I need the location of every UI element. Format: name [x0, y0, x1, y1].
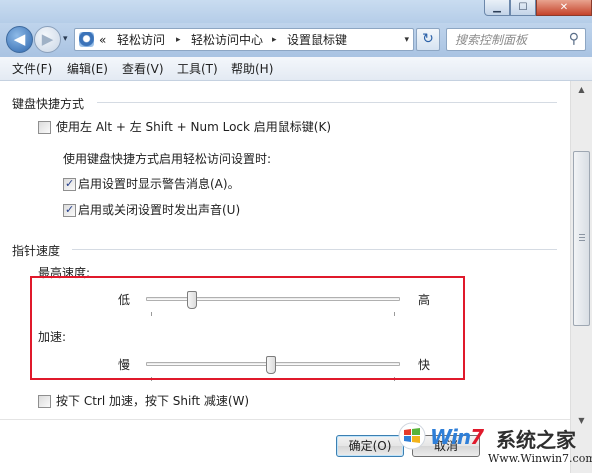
menu-help[interactable]: 帮助(H) — [231, 62, 273, 76]
show-warning-label[interactable]: 启用设置时显示警告消息(A)。 — [78, 177, 240, 191]
watermark-brand: Win7 — [430, 425, 484, 449]
slider-tick — [394, 377, 395, 381]
breadcrumb-separator-icon[interactable]: ▸ — [272, 32, 277, 48]
ctrl-shift-speed-checkbox[interactable] — [38, 395, 51, 408]
settings-content: 键盘快捷方式 使用左 Alt + 左 Shift + Num Lock 启用鼠标… — [0, 81, 570, 473]
section-divider — [97, 102, 557, 103]
breadcrumb-separator-icon[interactable]: ▸ — [176, 32, 181, 48]
top-speed-slider-thumb[interactable] — [187, 291, 197, 309]
acceleration-fast-label: 快 — [418, 358, 431, 372]
forward-arrow-icon: ▶ — [41, 30, 54, 48]
windows-logo-icon — [398, 422, 426, 450]
minimize-button[interactable]: ▁ — [484, 0, 510, 16]
top-speed-low-label: 低 — [118, 293, 131, 307]
enable-mouse-keys-label[interactable]: 使用左 Alt + 左 Shift + Num Lock 启用鼠标键(K) — [56, 120, 331, 134]
maximize-icon: ☐ — [518, 2, 528, 13]
section-divider — [72, 249, 557, 250]
acceleration-label: 加速: — [38, 330, 67, 344]
watermark-url: Www.Winwin7.com — [488, 452, 592, 465]
navigation-bar: ◀ ▶ ▾ « 轻松访问 ▸ 轻松访问中心 ▸ 设置鼠标键 ▾ ↻ ⚲ — [0, 23, 592, 57]
menu-tools[interactable]: 工具(T) — [177, 62, 218, 76]
breadcrumb-overflow[interactable]: « — [99, 32, 106, 48]
slider-tick — [151, 377, 152, 381]
ctrl-shift-speed-label[interactable]: 按下 Ctrl 加速，按下 Shift 减速(W) — [56, 394, 249, 408]
play-sound-label[interactable]: 启用或关闭设置时发出声音(U) — [78, 203, 240, 217]
search-input[interactable] — [447, 29, 563, 50]
pointer-speed-heading: 指针速度 — [12, 244, 61, 258]
shortcut-subheading: 使用键盘快捷方式启用轻松访问设置时: — [63, 152, 272, 166]
top-speed-high-label: 高 — [418, 293, 431, 307]
top-speed-label: 最高速度: — [38, 266, 91, 280]
breadcrumb-mouse-keys[interactable]: 设置鼠标键 — [287, 32, 347, 48]
back-arrow-icon: ◀ — [13, 30, 26, 48]
breadcrumb-ease-of-access-center[interactable]: 轻松访问中心 — [191, 32, 263, 48]
close-icon: ✕ — [559, 2, 569, 13]
menu-edit[interactable]: 编辑(E) — [67, 62, 108, 76]
slider-tick — [151, 312, 152, 316]
control-panel-icon — [79, 32, 94, 47]
address-bar[interactable]: « 轻松访问 ▸ 轻松访问中心 ▸ 设置鼠标键 ▾ — [74, 28, 414, 51]
address-dropdown-icon[interactable]: ▾ — [404, 32, 409, 48]
forward-button[interactable]: ▶ — [34, 26, 61, 53]
close-button[interactable]: ✕ — [536, 0, 592, 16]
show-warning-checkbox[interactable] — [63, 177, 76, 191]
top-speed-slider-track[interactable] — [146, 297, 400, 301]
watermark: Win7 系统之家 Www.Winwin7.com — [392, 419, 592, 473]
enable-mouse-keys-checkbox[interactable] — [38, 121, 51, 134]
recent-pages-dropdown[interactable]: ▾ — [63, 34, 68, 44]
maximize-button[interactable]: ☐ — [510, 0, 536, 16]
menu-view[interactable]: 查看(V) — [122, 62, 164, 76]
breadcrumb-ease-of-access[interactable]: 轻松访问 — [117, 32, 165, 48]
search-icon[interactable]: ⚲ — [569, 31, 579, 47]
slider-tick — [394, 312, 395, 316]
keyboard-shortcut-heading: 键盘快捷方式 — [12, 97, 85, 111]
refresh-button[interactable]: ↻ — [416, 28, 440, 51]
back-button[interactable]: ◀ — [6, 26, 33, 53]
watermark-brand-cn: 系统之家 — [496, 428, 576, 452]
vertical-scrollbar[interactable]: ▲ ▼ — [570, 81, 592, 473]
menu-bar: 文件(F) 编辑(E) 查看(V) 工具(T) 帮助(H) — [0, 57, 592, 81]
menu-file[interactable]: 文件(F) — [12, 62, 52, 76]
acceleration-slow-label: 慢 — [118, 358, 131, 372]
grip-icon — [579, 234, 585, 241]
search-box[interactable]: ⚲ — [446, 28, 586, 51]
acceleration-slider-thumb[interactable] — [266, 356, 276, 374]
scroll-up-icon[interactable]: ▲ — [573, 82, 590, 98]
title-bar: ▁ ☐ ✕ — [0, 0, 592, 23]
refresh-icon: ↻ — [422, 31, 434, 47]
play-sound-checkbox[interactable] — [63, 203, 76, 217]
minimize-icon: ▁ — [493, 2, 501, 13]
scrollbar-thumb[interactable] — [573, 151, 590, 326]
